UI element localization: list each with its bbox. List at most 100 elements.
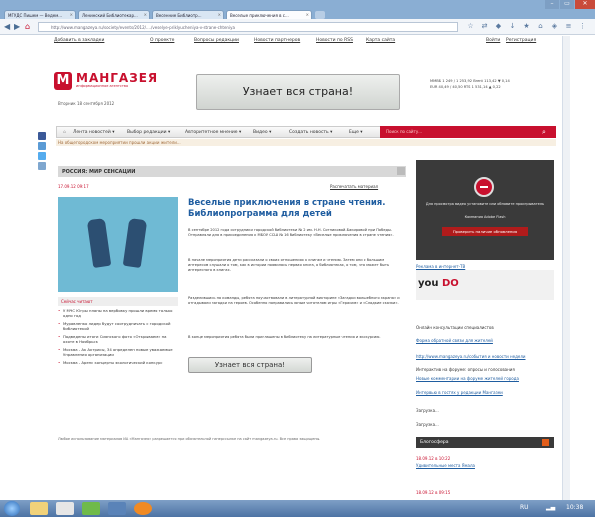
about-link[interactable]: О проекте	[150, 38, 174, 43]
vk-icon[interactable]	[38, 142, 46, 150]
login-link[interactable]: Войти	[486, 38, 500, 43]
right-item: Загрузка...	[416, 422, 439, 427]
article-paragraph: В сентябре 2012 года сотрудники городско…	[188, 228, 394, 237]
logo-icon[interactable]: М	[54, 72, 72, 90]
menu-item-create[interactable]: Создать новость ▾	[289, 130, 332, 135]
blog-header: Блогосфера	[416, 437, 554, 448]
register-link[interactable]: Регистрация	[506, 38, 536, 43]
site-top-nav: Добавить в закладки О проекте Вопросы ре…	[54, 36, 554, 46]
facebook-icon[interactable]	[38, 132, 46, 140]
right-link[interactable]: Форма обратной связи для жителей	[416, 338, 493, 343]
rss-icon[interactable]	[397, 167, 405, 175]
right-link[interactable]: Новые комментарии на форуме жителей горо…	[416, 376, 519, 381]
home-icon[interactable]: ⌂	[25, 22, 30, 31]
page-scrollbar[interactable]	[562, 36, 570, 500]
blog-date: 18.09.12 в 09:15	[416, 490, 451, 495]
shield-icon[interactable]: ◈	[550, 22, 559, 31]
settings-icon[interactable]: ≡	[564, 22, 573, 31]
menu-item-news[interactable]: Лента новостей ▾	[73, 130, 114, 135]
rss-icon[interactable]	[542, 439, 549, 446]
flash-video-ad[interactable]: Для просмотра видео установите или обнов…	[416, 160, 554, 260]
app-icon[interactable]	[108, 502, 126, 515]
right-link[interactable]: Интервью в гостях у редакции Мангазеи	[416, 390, 503, 395]
article-paragraph: В начале мероприятия дети рассказали о с…	[188, 258, 390, 272]
explorer-icon[interactable]	[30, 502, 48, 515]
translate-icon[interactable]: ⇄	[480, 22, 489, 31]
ad-link[interactable]: Реклама в интернет-ТВ	[416, 264, 465, 269]
bookmark-icon[interactable]: ☆	[466, 22, 475, 31]
brand-subtitle: информационное агентство	[76, 84, 129, 88]
app-icon[interactable]	[82, 502, 100, 515]
download-icon[interactable]: ↓	[508, 22, 517, 31]
list-item[interactable]: Москва - Ак Актрисы, 34 определен новые …	[58, 347, 178, 357]
youdo-logo[interactable]: you DO	[418, 278, 459, 289]
star-icon[interactable]: ★	[522, 22, 531, 31]
list-item[interactable]: У МЧС Югры планы на вербовку прошли врем…	[58, 308, 178, 318]
browser-tab[interactable]: Весенние Библиотр... ×	[152, 10, 224, 19]
minimize-button[interactable]: –	[545, 0, 559, 9]
extension-icon[interactable]: ◆	[494, 22, 503, 31]
article-footer: Любое использование материалов ИА «Манга…	[58, 437, 321, 441]
close-icon[interactable]: ×	[218, 12, 221, 17]
menu-item-opinion[interactable]: Авторитетное мнение ▾	[185, 130, 241, 135]
brand-name[interactable]: МАНГАЗЕЯ	[76, 71, 158, 85]
sitemap-link[interactable]: Карта сайта	[366, 38, 395, 43]
youdo-text: DO	[442, 278, 459, 289]
menu-icon[interactable]: ⋮	[578, 22, 587, 31]
menu-item-video[interactable]: Видео ▾	[253, 130, 271, 135]
mail-icon[interactable]	[38, 162, 46, 170]
network-icon[interactable]: ▂▄	[546, 504, 555, 511]
tab-label: Весенние Библиотр...	[156, 13, 202, 18]
clock[interactable]: 10:38	[566, 504, 583, 511]
close-icon[interactable]: ×	[144, 12, 147, 17]
language-indicator[interactable]: RU	[520, 504, 529, 511]
search-icon[interactable]: ⌕	[542, 128, 546, 137]
browser-tab-active[interactable]: Веселые приключения в с... ×	[226, 10, 312, 19]
bookmark-link[interactable]: Добавить в закладки	[54, 38, 104, 43]
twitter-icon[interactable]	[38, 152, 46, 160]
start-button[interactable]	[4, 501, 20, 516]
home-icon[interactable]: ⌂	[63, 130, 66, 135]
flash-update-button[interactable]: Проверить наличие обновления	[442, 227, 528, 236]
tab-label: Веселые приключения в с...	[230, 13, 289, 18]
print-link[interactable]: Распечатать материал	[330, 184, 378, 189]
rss-link[interactable]: Новости по RSS	[316, 38, 353, 43]
article-paragraph: В конце мероприятия ребята были приглаше…	[188, 335, 381, 339]
list-item[interactable]: Подведены итоги Сиянского фото «Открывае…	[58, 334, 178, 344]
blog-link[interactable]: Удивительные места Ямала	[416, 463, 475, 468]
close-icon[interactable]: ×	[306, 12, 309, 17]
browser-tab-bar: МГУДС Пишем — Ведем... × Ленинский Библио…	[0, 0, 595, 19]
media-icon[interactable]	[56, 502, 74, 515]
section-header: РОССИЯ: МИР СЕНСАЦИИ	[58, 166, 406, 177]
maximize-button[interactable]: ▭	[560, 0, 574, 9]
close-icon[interactable]: ×	[70, 12, 73, 17]
questions-link[interactable]: Вопросы редакции	[194, 38, 239, 43]
article-banner[interactable]: Узнает вся страна!	[188, 357, 312, 373]
article-date: 17.09.12 09:17	[58, 184, 89, 189]
address-bar[interactable]: http://www.mangazeya.ru/society/events/2…	[38, 22, 458, 32]
header-banner[interactable]: Узнает вся страна!	[196, 74, 400, 110]
menu-item-editor[interactable]: Выбор редакции ▾	[127, 130, 170, 135]
back-icon[interactable]: ◀	[4, 22, 10, 31]
firefox-icon[interactable]	[134, 502, 152, 515]
list-item[interactable]: Москва - Аренс концерты экологический ко…	[58, 360, 178, 365]
right-item: Онлайн консультации специалистов	[416, 325, 494, 330]
home-icon[interactable]: ⌂	[536, 22, 545, 31]
list-item[interactable]: Муравленко лидер будут соотрудничать с г…	[58, 321, 178, 331]
menu-item-more[interactable]: Еще ▾	[349, 130, 363, 135]
right-link[interactable]: http://www.mangazeya.ru/события и новост…	[416, 354, 526, 359]
youdo-text: you	[418, 278, 439, 289]
partners-link[interactable]: Новости партнеров	[254, 38, 300, 43]
right-item: Интерактив на форуме: опросы и голосован…	[416, 367, 515, 372]
browser-tab[interactable]: Ленинский Библиотекар... ×	[78, 10, 150, 19]
new-tab-button[interactable]	[315, 11, 325, 19]
close-window-button[interactable]: ✕	[575, 0, 595, 9]
forward-icon[interactable]: ▶	[14, 22, 20, 31]
browser-toolbar: ◀ ▶ ⌂ http://www.mangazeya.ru/society/ev…	[0, 19, 595, 35]
search-input[interactable]: Поиск по сайту... ⌕	[380, 126, 556, 138]
article-title: Веселые приключения в стране чтения. Биб…	[188, 198, 386, 219]
news-ticker[interactable]: На общегородском мероприятии прошли акци…	[56, 139, 556, 146]
current-date: Вторник 18 сентября 2012	[58, 101, 115, 106]
browser-tab[interactable]: МГУДС Пишем — Ведем... ×	[4, 10, 76, 19]
quote-line: EUR 40,49 / 40,50 RTS 1 531,14 ▲ 0,22	[430, 85, 501, 89]
